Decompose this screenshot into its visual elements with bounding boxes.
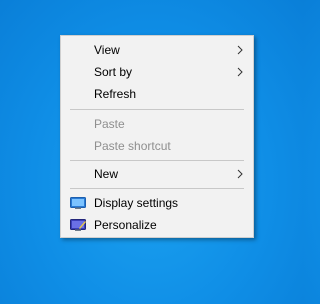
menu-item-label: Refresh	[94, 87, 137, 101]
menu-item-label: Sort by	[94, 65, 133, 79]
menu-item-paste: Paste	[61, 113, 253, 135]
menu-item-label: View	[94, 43, 120, 57]
chevron-right-icon	[237, 67, 243, 77]
chevron-right-icon	[237, 169, 243, 179]
menu-item-new[interactable]: New	[61, 163, 253, 185]
menu-item-personalize[interactable]: Personalize	[61, 214, 253, 236]
menu-item-label: Paste	[94, 117, 125, 131]
menu-separator	[70, 188, 244, 189]
menu-item-refresh[interactable]: Refresh	[61, 83, 253, 105]
menu-item-label: Personalize	[94, 218, 157, 232]
personalize-icon	[70, 219, 86, 231]
menu-item-label: Display settings	[94, 196, 179, 210]
menu-item-view[interactable]: View	[61, 39, 253, 61]
display-icon	[70, 197, 86, 209]
menu-item-display-settings[interactable]: Display settings	[61, 192, 253, 214]
menu-item-sort-by[interactable]: Sort by	[61, 61, 253, 83]
menu-separator	[70, 160, 244, 161]
chevron-right-icon	[237, 45, 243, 55]
menu-item-label: New	[94, 167, 119, 181]
desktop-context-menu: View Sort by Refresh Paste Paste shortcu…	[60, 35, 254, 238]
menu-item-paste-shortcut: Paste shortcut	[61, 135, 253, 157]
menu-separator	[70, 109, 244, 110]
desktop-background[interactable]: { "context_menu": { "items": [ {"label":…	[0, 0, 303, 304]
menu-item-label: Paste shortcut	[94, 139, 171, 153]
